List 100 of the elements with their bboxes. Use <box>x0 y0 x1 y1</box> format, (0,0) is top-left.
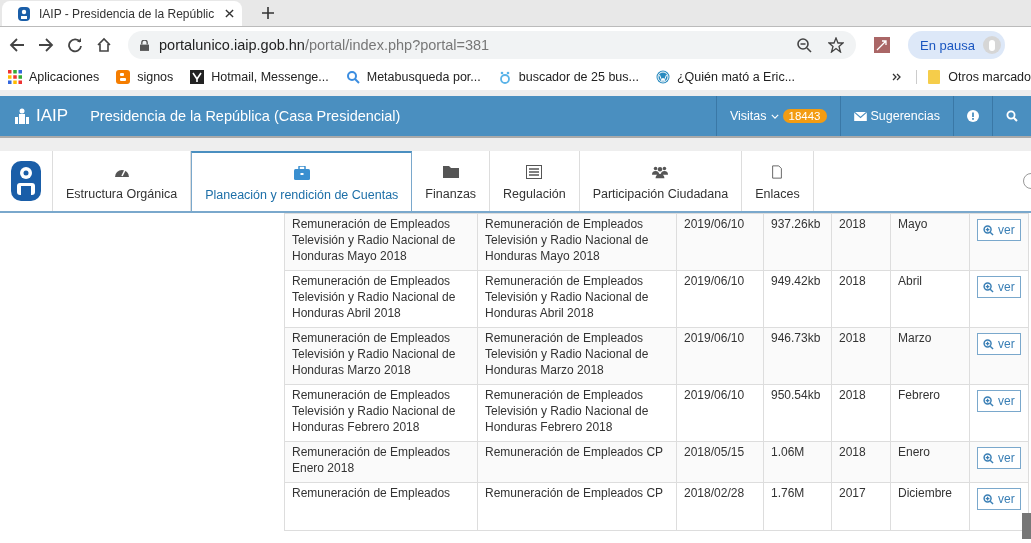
table-cell: Remuneración de Empleados Televisión y Radio Nacional de Honduras Abril 2018 <box>292 274 456 320</box>
view-button[interactable]: ver <box>977 276 1021 298</box>
nav-tab[interactable]: Finanzas <box>412 151 491 211</box>
table-cell: 1.76M <box>771 486 805 500</box>
scrollbar-thumb[interactable] <box>1022 513 1031 539</box>
table-cell: 937.26kb <box>771 217 821 231</box>
zoom-in-icon <box>983 281 994 293</box>
bookmark-item[interactable]: Metabusqueda por... <box>345 69 481 84</box>
table-cell: Remuneración de Empleados Televisión y Radio Nacional de Honduras Mayo 2018 <box>292 217 456 263</box>
table-cell: Abril <box>898 274 922 288</box>
users-icon <box>652 165 669 179</box>
table-cell: 950.54kb <box>771 388 821 402</box>
nav-tab[interactable]: Estructura Orgánica <box>53 151 192 211</box>
bookmark-label: Hotmail, Messenge... <box>211 69 329 84</box>
chevron-down-icon <box>770 113 779 119</box>
bookmark-item[interactable]: Hotmail, Messenge... <box>190 69 329 84</box>
zoom-in-icon <box>983 493 994 505</box>
site-logo-icon <box>11 161 41 201</box>
table-cell: Remuneración de Empleados Enero 2018 <box>292 445 451 475</box>
table-cell: Remuneración de Empleados Televisión y Radio Nacional de Honduras Marzo 2018 <box>292 331 456 377</box>
bookmark-item[interactable]: Otros marcado <box>916 69 1031 84</box>
suggestions-link[interactable]: Sugerencias <box>839 96 953 136</box>
brand-link[interactable]: IAIP <box>0 96 81 136</box>
view-button[interactable]: ver <box>977 447 1021 469</box>
table-cell: Remuneración de Empleados CP <box>485 486 664 500</box>
table-cell: 1.06M <box>771 445 805 459</box>
nav-tab[interactable]: Enlaces <box>742 151 814 211</box>
nav-tab[interactable]: Planeación y rendición de Cuentas <box>191 151 413 211</box>
table-cell: 949.42kb <box>771 274 821 288</box>
table-cell: 946.73kb <box>771 331 821 345</box>
envelope-icon <box>853 111 867 121</box>
zoom-in-icon <box>983 395 994 407</box>
lock-icon <box>140 39 149 51</box>
briefcase-icon <box>293 166 310 180</box>
blogger-icon <box>116 69 131 84</box>
table-cell: Febrero <box>898 388 941 402</box>
table-cell: Remuneración de Empleados CP <box>485 445 664 459</box>
table-cell: Diciembre <box>898 486 952 500</box>
table-cell: 2019/06/10 <box>684 217 745 231</box>
bookmark-label: Otros marcado <box>948 69 1031 84</box>
table-cell: Mayo <box>898 217 928 231</box>
people-icon <box>14 108 30 124</box>
view-button[interactable]: ver <box>977 333 1021 355</box>
pdf-extension-icon[interactable] <box>874 37 890 53</box>
nav-tab[interactable]: Regulación <box>490 151 580 211</box>
paw-icon <box>497 69 512 84</box>
nav-tab[interactable]: Participación Ciudadana <box>579 151 743 211</box>
visits-menu[interactable]: Visitas 18443 <box>715 96 840 136</box>
back-icon[interactable] <box>9 37 27 53</box>
view-button[interactable]: ver <box>977 390 1021 412</box>
avatar-icon <box>982 36 1001 54</box>
folder-icon <box>927 69 942 84</box>
zoom-out-icon[interactable] <box>796 37 812 53</box>
table-cell: 2018/02/28 <box>684 486 745 500</box>
site-title: Presidencia de la República (Casa Presidencial) <box>90 108 401 124</box>
table-cell: 2018 <box>839 217 866 231</box>
site-logo-icon <box>18 6 30 21</box>
table-cell: 2018 <box>839 445 866 459</box>
table-cell: 2018 <box>839 274 866 288</box>
address-field[interactable]: portalunico.iaip.gob.hn/portal/index.php?portal=381 <box>128 31 856 59</box>
table-cell: Remuneración de Empleados <box>292 486 451 500</box>
bookmark-item[interactable]: signos <box>116 69 174 84</box>
table-cell: 2019/06/10 <box>684 331 745 345</box>
table-cell: Remuneración de Empleados Televisión y Radio Nacional de Honduras Febrero 2018 <box>485 388 649 434</box>
profile-button[interactable]: En pausa <box>908 31 1005 59</box>
table-cell: Enero <box>898 445 931 459</box>
table-cell: 2019/06/10 <box>684 388 745 402</box>
table-cell: Remuneración de Empleados Televisión y Radio Nacional de Honduras Abril 2018 <box>485 274 649 320</box>
table-cell: Remuneración de Empleados Televisión y Radio Nacional de Honduras Febrero 2018 <box>292 388 456 434</box>
list-icon <box>526 165 543 179</box>
view-button[interactable]: ver <box>977 488 1021 510</box>
bookmark-label: signos <box>137 69 174 84</box>
visits-label: Visitas <box>729 109 767 123</box>
table-cell: 2018 <box>839 331 866 345</box>
table-cell: Marzo <box>898 331 932 345</box>
table-cell: 2017 <box>839 486 866 500</box>
wordpress-icon <box>655 69 670 84</box>
folder-icon <box>442 165 459 179</box>
visits-count-badge: 18443 <box>782 109 827 123</box>
star-icon[interactable] <box>828 37 844 53</box>
zoom-in-icon <box>983 224 994 236</box>
exclamation-icon <box>967 110 979 122</box>
table-cell: 2018/05/15 <box>684 445 745 459</box>
bookmark-item[interactable]: Aplicaciones <box>8 69 100 84</box>
search-icon <box>1006 110 1018 122</box>
bookmark-logo-icon <box>190 69 205 84</box>
apps-grid-icon <box>8 69 22 84</box>
browser-tab[interactable]: IAIP - Presidencia de la Repúblic <box>2 1 242 26</box>
table-cell: Remuneración de Empleados Televisión y Radio Nacional de Honduras Marzo 2018 <box>485 331 649 377</box>
url-text: portalunico.iaip.gob.hn/portal/index.php?portal=381 <box>159 37 490 53</box>
more-bookmarks-icon[interactable] <box>892 72 903 81</box>
reload-icon[interactable] <box>67 37 85 53</box>
table-cell: Remuneración de Empleados Televisión y Radio Nacional de Honduras Mayo 2018 <box>485 217 649 263</box>
table-cell: 2019/06/10 <box>684 274 745 288</box>
forward-icon[interactable] <box>38 37 56 53</box>
bookmark-label: Aplicaciones <box>29 69 100 84</box>
zoom-in-icon <box>983 338 994 350</box>
new-tab-icon[interactable] <box>262 7 274 19</box>
close-icon[interactable] <box>225 9 234 18</box>
view-button[interactable]: ver <box>977 219 1021 241</box>
